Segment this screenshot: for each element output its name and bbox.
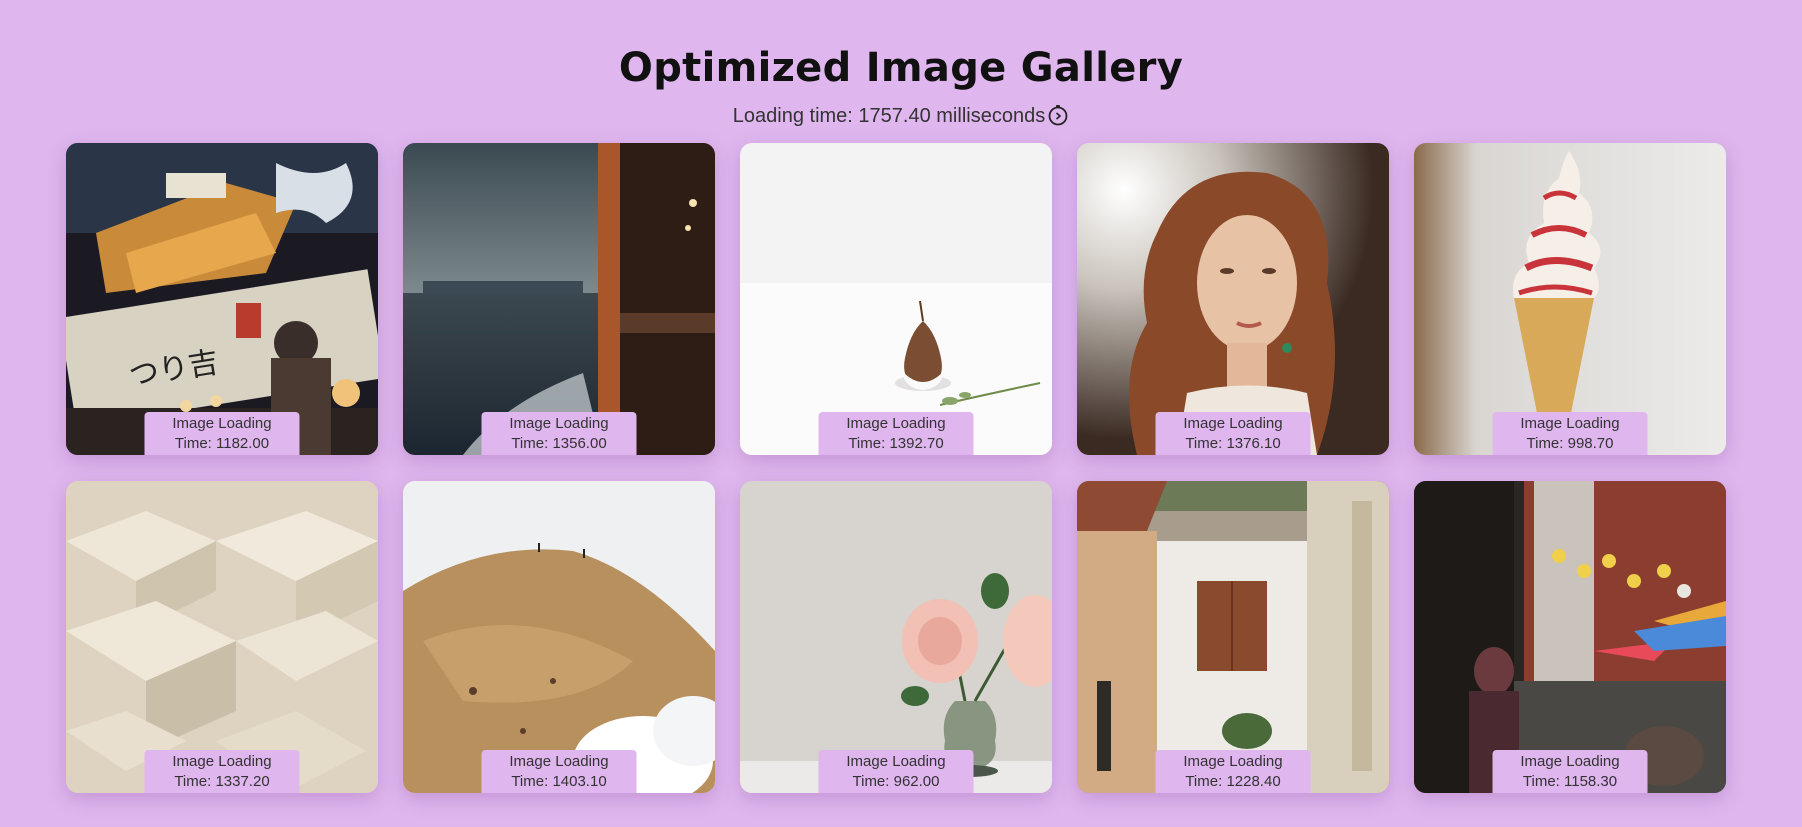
image-caption: Image Loading Time: 1228.40	[1155, 750, 1311, 793]
gallery-card[interactable]: Image Loading Time: 1376.10	[1077, 143, 1389, 455]
caption-label: Image Loading	[509, 753, 609, 770]
gallery-card[interactable]: Image Loading Time: 1403.10	[403, 481, 715, 793]
caption-label: Image Loading	[172, 415, 272, 432]
caption-label: Image Loading	[1183, 415, 1283, 432]
caption-time: Time: 962.00	[852, 773, 940, 790]
gallery-card[interactable]: Image Loading Time: 1392.70	[740, 143, 1052, 455]
caption-label: Image Loading	[1520, 415, 1620, 432]
caption-time: Time: 1356.00	[511, 435, 607, 452]
caption-time: Time: 1403.10	[511, 773, 607, 790]
gallery-image[interactable]	[403, 481, 715, 793]
gallery-image[interactable]	[66, 481, 378, 793]
image-caption: Image Loading Time: 1356.00	[481, 412, 637, 455]
gallery-card[interactable]: つり吉 Image Loading Time: 1182.00	[66, 143, 378, 455]
gallery-card[interactable]: Image Loading Time: 1356.00	[403, 143, 715, 455]
gallery-card[interactable]: Image Loading Time: 1158.30	[1414, 481, 1726, 793]
caption-time: Time: 1392.70	[848, 435, 944, 452]
image-gallery: つり吉 Image Loading Time: 1182.00 Image Lo…	[66, 143, 1726, 793]
caption-time: Time: 1337.20	[174, 773, 270, 790]
stopwatch-icon	[1047, 104, 1069, 132]
caption-label: Image Loading	[846, 753, 946, 770]
gallery-image[interactable]	[1414, 143, 1726, 455]
gallery-image[interactable]	[403, 143, 715, 455]
gallery-card[interactable]: Image Loading Time: 998.70	[1414, 143, 1726, 455]
gallery-image[interactable]	[1414, 481, 1726, 793]
caption-time: Time: 1376.10	[1185, 435, 1281, 452]
gallery-card[interactable]: Image Loading Time: 1228.40	[1077, 481, 1389, 793]
caption-label: Image Loading	[1183, 753, 1283, 770]
image-caption: Image Loading Time: 1376.10	[1155, 412, 1311, 455]
image-caption: Image Loading Time: 1392.70	[818, 412, 974, 455]
caption-time: Time: 1158.30	[1522, 773, 1618, 790]
page-title: Optimized Image Gallery	[618, 45, 1184, 91]
image-caption: Image Loading Time: 962.00	[818, 750, 974, 793]
loading-time-label: Loading time: 1757.40 milliseconds	[732, 105, 1046, 127]
image-caption: Image Loading Time: 998.70	[1492, 412, 1648, 455]
gallery-image[interactable]	[740, 143, 1052, 455]
gallery-image[interactable]	[1077, 481, 1389, 793]
gallery-card[interactable]: Image Loading Time: 1337.20	[66, 481, 378, 793]
caption-time: Time: 1182.00	[174, 435, 270, 452]
caption-label: Image Loading	[172, 753, 272, 770]
image-caption: Image Loading Time: 1337.20	[144, 750, 300, 793]
image-caption: Image Loading Time: 1158.30	[1492, 750, 1648, 793]
caption-label: Image Loading	[846, 415, 946, 432]
image-caption: Image Loading Time: 1403.10	[481, 750, 637, 793]
image-caption: Image Loading Time: 1182.00	[144, 412, 300, 455]
caption-time: Time: 998.70	[1526, 435, 1614, 452]
caption-time: Time: 1228.40	[1185, 773, 1281, 790]
gallery-image[interactable]	[1077, 143, 1389, 455]
gallery-image[interactable]	[740, 481, 1052, 793]
gallery-card[interactable]: Image Loading Time: 962.00	[740, 481, 1052, 793]
gallery-image[interactable]: つり吉	[66, 143, 378, 455]
caption-label: Image Loading	[509, 415, 609, 432]
caption-label: Image Loading	[1520, 753, 1620, 770]
loading-time-text: Loading time: 1757.40 milliseconds	[0, 104, 1802, 132]
